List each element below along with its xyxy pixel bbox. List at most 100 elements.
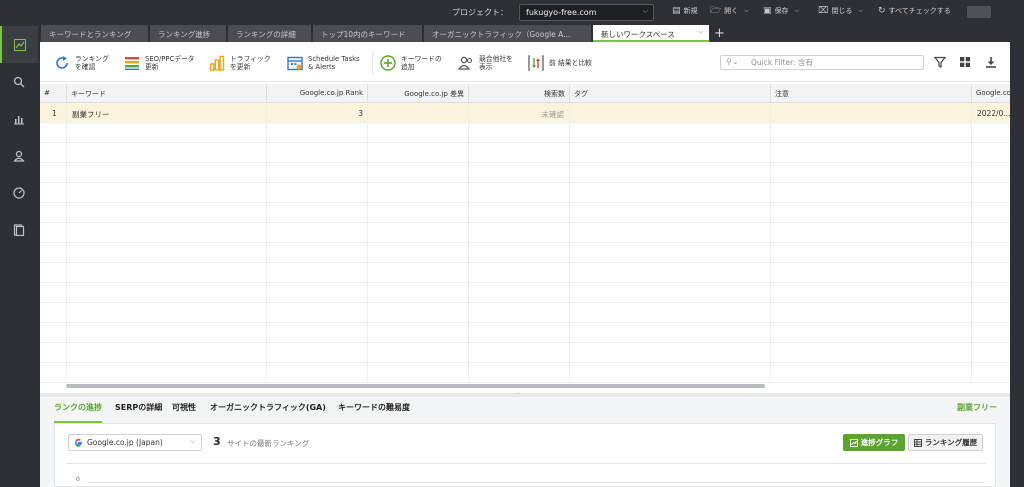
tab-organic-traffic-ga[interactable]: オーガニックトラフィック(GA) xyxy=(210,402,326,413)
column-header-search-volume[interactable]: 検索数 xyxy=(469,84,570,103)
quick-filter[interactable]: ⚲⌄ xyxy=(720,55,924,70)
grid-layout-icon xyxy=(960,57,970,67)
close-box-icon: ⌧ xyxy=(818,5,829,16)
top-bar xyxy=(0,0,1024,25)
column-header-note[interactable]: 注意 xyxy=(771,84,972,103)
chart-y-tick: 0 xyxy=(76,476,80,483)
sidebar-item-analytics[interactable] xyxy=(0,100,38,137)
add-keyword-button[interactable]: キーワードの 追加 xyxy=(380,52,442,74)
column-divider xyxy=(770,103,771,383)
table-row-empty xyxy=(40,263,1010,283)
drag-handle-icon: ⋯ xyxy=(514,390,520,397)
tab-new-workspace[interactable]: 新しいワークスペース ⌵ xyxy=(593,25,710,42)
compare-previous-label: 前 結果と比較 xyxy=(549,58,592,67)
project-select-value: fukugyo-free.com xyxy=(526,8,597,17)
tab-ranking-progress[interactable]: ランキング進捗 xyxy=(150,25,227,42)
refresh-icon: ↻ xyxy=(878,5,886,16)
sidebar-item-competitors[interactable] xyxy=(0,137,38,174)
table-row-empty xyxy=(40,123,1010,143)
update-traffic-button[interactable]: トラフィック を更新 xyxy=(209,52,271,74)
bar-chart-icon xyxy=(209,55,225,71)
compare-arrows-icon xyxy=(528,55,544,71)
sidebar-item-audit[interactable] xyxy=(0,174,38,211)
schedule-tasks-label: Schedule Tasks & Alerts xyxy=(308,54,360,72)
new-label: 新規 xyxy=(683,7,698,15)
download-icon xyxy=(986,57,996,68)
update-seo-ppc-button[interactable]: SEO/PPCデータ 更新 xyxy=(124,52,195,74)
filter-button[interactable] xyxy=(933,55,947,69)
table-row-empty xyxy=(40,243,1010,263)
bar-chart-icon xyxy=(14,115,24,124)
global-search-toggle[interactable] xyxy=(967,6,991,18)
tab-keywords-rankings[interactable]: キーワードとランキング xyxy=(41,25,149,42)
check-rankings-button[interactable]: ランキング を確認 xyxy=(54,52,109,74)
column-divider xyxy=(971,103,972,383)
chevron-down-icon: ⌵ xyxy=(642,7,648,15)
search-icon xyxy=(13,76,25,87)
search-engine-select[interactable]: Google.co.jp (Japan) ⌵ xyxy=(68,434,202,451)
quick-filter-input[interactable] xyxy=(751,57,919,68)
tab-organic-traffic[interactable]: オーガニックトラフィック（Google A... xyxy=(424,25,592,42)
export-button[interactable] xyxy=(984,55,998,69)
table-row-empty xyxy=(40,323,1010,343)
update-seo-ppc-label: SEO/PPCデータ 更新 xyxy=(145,54,195,72)
project-select[interactable]: fukugyo-free.com ⌵ xyxy=(519,4,654,21)
selected-keyword: 副業フリー xyxy=(957,403,997,412)
add-tab-button[interactable]: + xyxy=(714,26,725,41)
column-header-keyword[interactable]: キーワード xyxy=(67,84,267,103)
tab-ranking-details[interactable]: ランキングの詳細 xyxy=(228,25,312,42)
column-header-rank[interactable]: Google.co.jp Rank xyxy=(267,84,368,103)
new-button[interactable]: ▤ 新規 xyxy=(672,6,698,16)
sidebar-item-rankings[interactable] xyxy=(0,26,38,63)
sidebar-item-reports[interactable] xyxy=(0,211,38,248)
progress-graph-label: 進捗グラフ xyxy=(860,438,899,447)
layout-button[interactable] xyxy=(958,55,972,69)
open-button[interactable]: 🗁 開く ⌵ xyxy=(710,6,749,16)
column-header-diff[interactable]: Google.co.jp 差異 xyxy=(368,84,469,103)
column-header-date[interactable]: Google.co... xyxy=(972,84,1010,103)
users-icon xyxy=(458,55,474,71)
table-row-empty xyxy=(40,363,1010,383)
table-row-empty xyxy=(40,303,1010,323)
update-traffic-label: トラフィック を更新 xyxy=(230,54,271,72)
column-header-index[interactable]: # xyxy=(40,84,67,103)
compare-previous-button[interactable]: 前 結果と比較 xyxy=(528,52,592,74)
table-row-empty xyxy=(40,183,1010,203)
tab-top10-keywords[interactable]: トップ10内のキーワード xyxy=(313,25,423,42)
schedule-tasks-button[interactable]: Schedule Tasks & Alerts xyxy=(287,52,360,74)
ranking-history-label: ランキング履歴 xyxy=(924,438,978,447)
user-icon xyxy=(13,150,25,162)
google-icon xyxy=(75,438,83,447)
table-row-empty xyxy=(40,223,1010,243)
column-header-tag[interactable]: タグ xyxy=(570,84,771,103)
progress-chart-area xyxy=(66,463,986,487)
tab-visibility[interactable]: 可視性 xyxy=(172,402,196,413)
show-competitors-button[interactable]: 競合他社を 表示 xyxy=(458,52,513,74)
folder-icon: 🗁 xyxy=(710,5,722,16)
tab-new-workspace-label: 新しいワークスペース xyxy=(601,30,675,39)
column-divider xyxy=(367,103,368,383)
horizontal-scrollbar[interactable] xyxy=(66,384,765,388)
row-keyword[interactable]: 副業フリー xyxy=(72,109,110,120)
check-all-button[interactable]: ↻ すべてチェックする xyxy=(878,6,951,16)
save-button[interactable]: ▣ 保存 ⌵ xyxy=(763,6,799,16)
sidebar-item-research[interactable] xyxy=(0,63,38,100)
trend-chart-icon xyxy=(14,38,26,51)
column-divider xyxy=(66,103,67,383)
column-divider xyxy=(468,103,469,383)
close-button[interactable]: ⌧ 閉じる ⌵ xyxy=(818,6,863,16)
plus-circle-icon xyxy=(380,55,396,71)
tab-keyword-difficulty[interactable]: キーワードの難易度 xyxy=(338,402,410,413)
chevron-down-icon: ⌵ xyxy=(858,7,863,14)
latest-rank-value: 3 xyxy=(213,435,221,448)
chevron-down-icon: ⌵ xyxy=(698,28,703,35)
row-search-volume: 未確認 xyxy=(541,110,565,119)
ranking-history-button[interactable]: ランキング履歴 xyxy=(908,434,983,451)
progress-graph-button[interactable]: 進捗グラフ xyxy=(843,434,905,451)
app-window: プロジェクト： fukugyo-free.com ⌵ ▤ 新規 🗁 開く ⌵ ▣… xyxy=(0,0,1024,487)
table-row-empty xyxy=(40,203,1010,223)
open-label: 開く xyxy=(724,7,739,15)
project-label: プロジェクト： xyxy=(452,8,508,17)
tab-rank-progress[interactable]: ランクの進捗 xyxy=(54,402,102,413)
tab-serp-details[interactable]: SERPの詳細 xyxy=(115,402,162,413)
